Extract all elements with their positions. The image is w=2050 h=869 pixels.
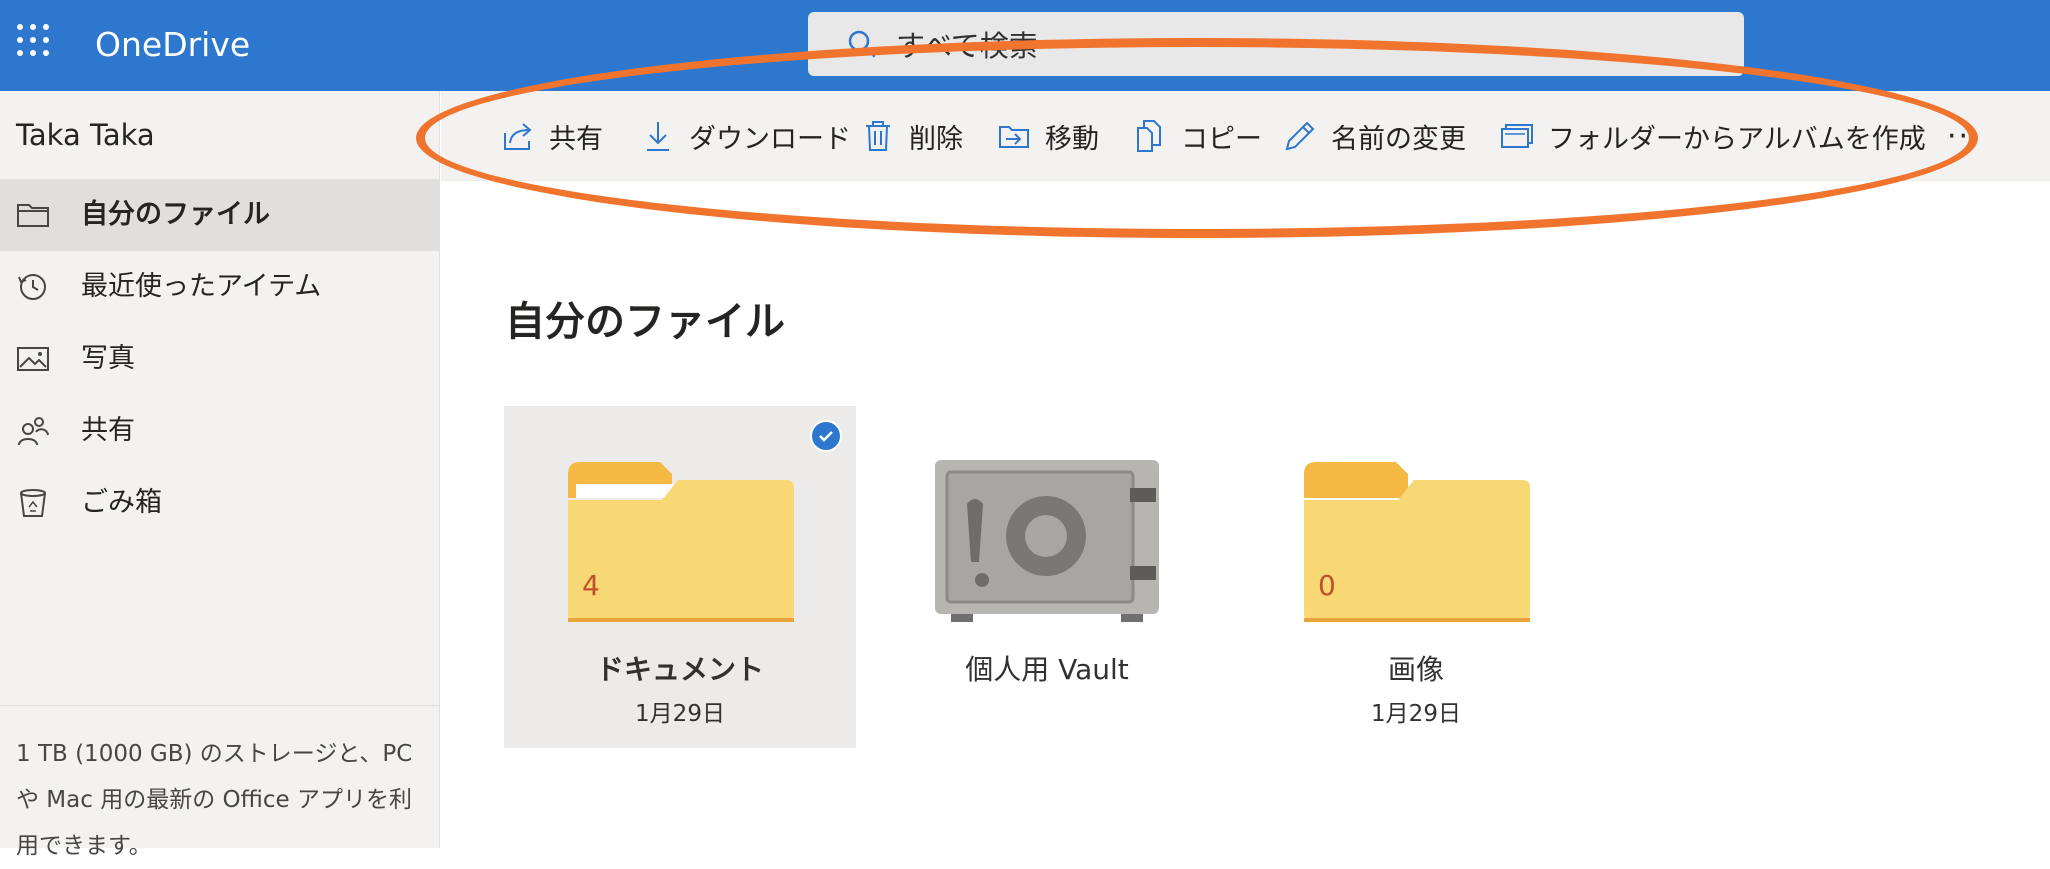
- item-count: 0: [1318, 569, 1336, 602]
- app-launcher-icon[interactable]: [15, 22, 51, 58]
- rename-button[interactable]: 名前の変更: [1283, 113, 1466, 159]
- sidebar-item-label: 最近使ったアイテム: [81, 271, 322, 302]
- create-album-label: フォルダーからアルバムを作成: [1548, 123, 1926, 155]
- rename-icon: [1285, 121, 1315, 151]
- copy-label: コピー: [1181, 123, 1262, 155]
- tile-documents[interactable]: 4 ドキュメント 1月29日: [504, 406, 856, 748]
- sidebar-item-my-files[interactable]: 自分のファイル: [0, 179, 440, 251]
- page-title: 自分のファイル: [505, 299, 785, 345]
- download-label: ダウンロード: [689, 123, 851, 155]
- tile-name[interactable]: 個人用 Vault: [871, 650, 1223, 690]
- share-button[interactable]: 共有: [501, 113, 603, 159]
- history-icon: [18, 274, 46, 300]
- user-name: Taka Taka: [16, 118, 155, 152]
- top-bar: OneDrive すべて検索: [0, 0, 2050, 91]
- sidebar-divider: [0, 705, 440, 706]
- share-icon: [504, 123, 532, 150]
- recycle-bin-icon: [20, 489, 46, 517]
- tile-date: 1月29日: [1371, 701, 1461, 727]
- promo-line: 1 TB (1000 GB) のストレージと、PC: [16, 741, 413, 767]
- sidebar-item-label: 写真: [81, 343, 135, 374]
- share-label: 共有: [549, 123, 603, 155]
- command-bar: 共有 ダウンロード 削除 移動 コピー 名前の変更 フォルダーからアルバムを作成…: [441, 91, 2050, 181]
- search-box[interactable]: すべて検索: [808, 12, 1744, 76]
- item-count: 4: [582, 569, 600, 602]
- download-icon: [647, 122, 669, 151]
- sidebar-item-label: 自分のファイル: [81, 199, 270, 230]
- sidebar-item-recent[interactable]: 最近使ったアイテム: [0, 251, 440, 323]
- tile-date: 1月29日: [635, 701, 725, 727]
- sidebar: Taka Taka 自分のファイル 最近使ったアイテム 写真 共有 ごみ箱 1 …: [0, 91, 440, 859]
- tile-name[interactable]: 画像: [1240, 650, 1592, 690]
- copy-icon: [1137, 120, 1161, 152]
- sidebar-nav: 自分のファイル 最近使ったアイテム 写真 共有 ごみ箱: [0, 179, 440, 539]
- folder-icon: [568, 462, 794, 622]
- sidebar-item-photos[interactable]: 写真: [0, 323, 440, 395]
- promo-line: 用できます。: [16, 833, 152, 859]
- promo-line: や Mac 用の最新の Office アプリを利: [16, 787, 412, 813]
- search-input[interactable]: すべて検索: [896, 28, 1038, 64]
- storage-promo: 1 TB (1000 GB) のストレージと、PC や Mac 用の最新の Of…: [16, 731, 426, 869]
- download-button[interactable]: ダウンロード: [641, 113, 851, 159]
- rename-label: 名前の変更: [1331, 123, 1466, 155]
- delete-label: 削除: [909, 123, 963, 155]
- more-button[interactable]: ···: [1947, 113, 1982, 159]
- vault-icon: [935, 460, 1159, 622]
- move-button[interactable]: 移動: [997, 113, 1099, 159]
- tile-personal-vault[interactable]: 個人用 Vault: [871, 406, 1223, 748]
- sidebar-item-recycle-bin[interactable]: ごみ箱: [0, 467, 440, 539]
- copy-button[interactable]: コピー: [1133, 113, 1262, 159]
- move-icon: [999, 126, 1029, 148]
- folder-icon: [1304, 462, 1530, 622]
- app-title[interactable]: OneDrive: [95, 22, 250, 68]
- search-icon: [848, 30, 876, 58]
- photo-icon: [17, 347, 49, 371]
- sidebar-item-label: 共有: [81, 415, 135, 446]
- delete-icon: [866, 121, 890, 151]
- people-icon: [18, 417, 49, 446]
- create-album-button[interactable]: フォルダーからアルバムを作成: [1500, 113, 1926, 159]
- selected-check-icon[interactable]: [810, 420, 842, 452]
- delete-button[interactable]: 削除: [861, 113, 963, 159]
- folder-icon: [17, 204, 49, 227]
- tile-name[interactable]: ドキュメント: [504, 650, 856, 690]
- more-icon: ···: [1947, 118, 1982, 154]
- album-icon: [1501, 124, 1533, 148]
- move-label: 移動: [1045, 123, 1099, 155]
- tile-pictures[interactable]: 0 画像 1月29日: [1240, 406, 1592, 748]
- sidebar-item-shared[interactable]: 共有: [0, 395, 440, 467]
- sidebar-item-label: ごみ箱: [81, 487, 162, 518]
